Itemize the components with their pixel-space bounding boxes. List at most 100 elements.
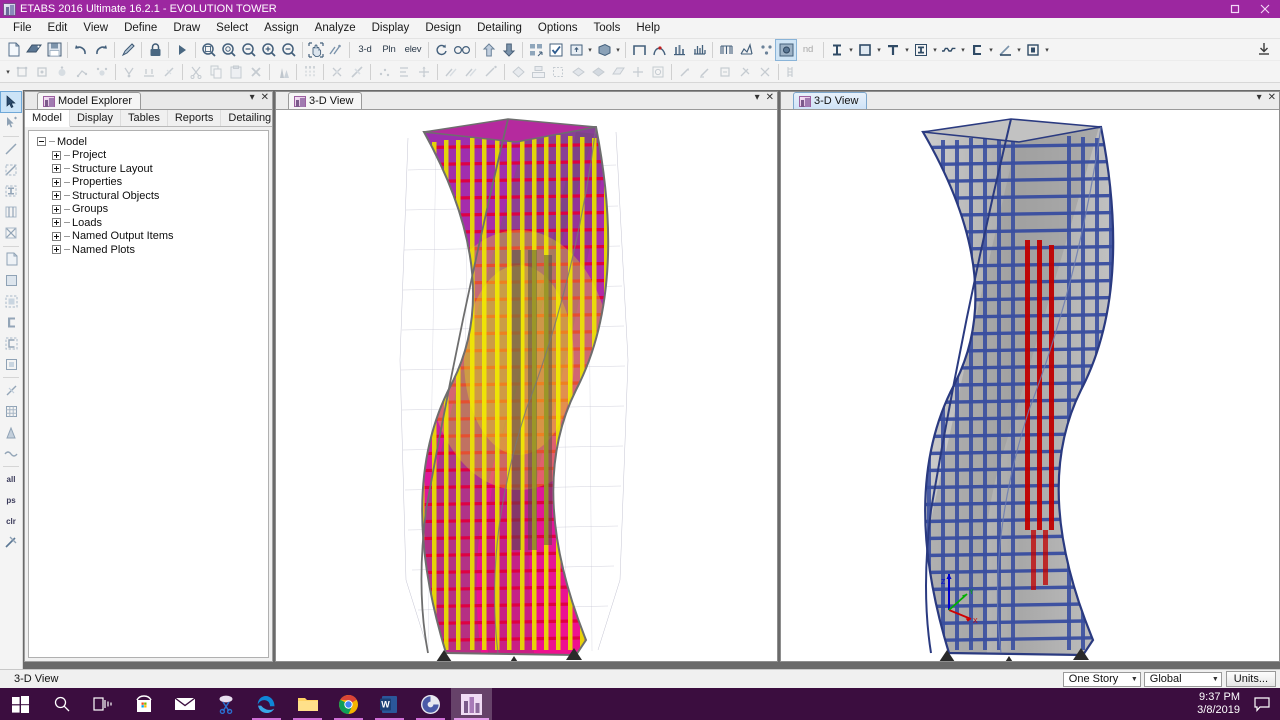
object-assigns-button[interactable] [546, 40, 566, 60]
view-right-canvas[interactable]: Z X Y [781, 110, 1279, 661]
tab-reports[interactable]: Reports [168, 110, 222, 126]
menu-draw[interactable]: Draw [165, 20, 208, 36]
model-tree[interactable]: Model Project Structure Layout Propertie… [28, 130, 269, 658]
show-design-results-button[interactable] [736, 40, 756, 60]
menu-define[interactable]: Define [116, 20, 165, 36]
area-section-caret[interactable]: ▾ [875, 40, 883, 60]
tree-expander-plus[interactable] [52, 150, 61, 160]
zoom-in-one-step-button[interactable] [259, 40, 279, 60]
taskbar-clock[interactable]: 9:37 PM 3/8/2019 [1189, 691, 1248, 717]
zoom-window-button[interactable] [199, 40, 219, 60]
etabs-taskbar-button[interactable] [451, 688, 492, 720]
tree-node-named-output-items[interactable]: Named Output Items [31, 230, 266, 244]
microsoft-store-button[interactable] [123, 688, 164, 720]
view-left-canvas[interactable] [276, 110, 777, 661]
mesh-area-button[interactable] [327, 62, 347, 82]
trim-lines-button[interactable] [461, 62, 481, 82]
chrome-button[interactable] [328, 688, 369, 720]
show-table-button[interactable] [716, 40, 736, 60]
select-object-tool[interactable] [1, 113, 21, 133]
zoom-in-button[interactable] [219, 40, 239, 60]
move-points-button[interactable] [414, 62, 434, 82]
view-right-menu-button[interactable]: ▾ [1257, 93, 1262, 103]
angle-section-dropdown[interactable] [995, 40, 1015, 60]
nd-label-button[interactable]: nd [796, 40, 820, 60]
tree-node-structural-objects[interactable]: Structural Objects [31, 189, 266, 203]
box-section-caret[interactable]: ▾ [1043, 40, 1051, 60]
quick-draw-column-tool[interactable] [1, 202, 21, 222]
draw-line-tool[interactable] [1, 139, 21, 159]
channel-section-caret[interactable]: ▾ [987, 40, 995, 60]
frame-section-caret[interactable]: ▾ [847, 40, 855, 60]
snap-to-intersection-button[interactable] [92, 62, 112, 82]
menu-display[interactable]: Display [364, 20, 418, 36]
menu-detailing[interactable]: Detailing [469, 20, 530, 36]
wide-flange-dropdown[interactable] [911, 40, 931, 60]
download-icon[interactable] [1256, 41, 1272, 57]
draw-wall-tool[interactable] [1, 312, 21, 332]
snap-to-perpendicular-button[interactable] [119, 62, 139, 82]
render-view-button[interactable] [594, 40, 614, 60]
perspective-toggle-button[interactable] [452, 40, 472, 60]
menu-analyze[interactable]: Analyze [307, 20, 364, 36]
tree-expander-plus[interactable] [52, 164, 61, 174]
bittorrent-button[interactable] [410, 688, 451, 720]
pan-button[interactable] [306, 40, 326, 60]
menu-design[interactable]: Design [417, 20, 469, 36]
clear-selection-button[interactable]: clr [1, 511, 21, 531]
tree-node-properties[interactable]: Properties [31, 176, 266, 190]
snap-to-grid-button[interactable] [32, 62, 52, 82]
tee-section-dropdown[interactable] [883, 40, 903, 60]
draw-grid-tool[interactable] [1, 401, 21, 421]
select-all-button[interactable]: all [1, 469, 21, 489]
offset-areas-button[interactable] [568, 62, 588, 82]
model-explorer-menu-button[interactable]: ▾ [250, 93, 255, 103]
wide-flange-caret[interactable]: ▾ [931, 40, 939, 60]
3d-view-button[interactable]: 3-d [353, 40, 377, 60]
task-view-button[interactable] [82, 688, 123, 720]
tree-node-structure-layout[interactable]: Structure Layout [31, 162, 266, 176]
move-up-story-button[interactable] [479, 40, 499, 60]
delete-button[interactable] [246, 62, 266, 82]
mail-button[interactable] [164, 688, 205, 720]
draw-reference-line-tool[interactable] [1, 380, 21, 400]
snipping-tool-button[interactable] [205, 688, 246, 720]
tab-tables[interactable]: Tables [121, 110, 168, 126]
view-left-tab[interactable]: 3-D View [288, 92, 363, 109]
tree-expander-plus[interactable] [52, 231, 61, 241]
menu-options[interactable]: Options [530, 20, 586, 36]
tree-expander-plus[interactable] [52, 177, 61, 187]
plan-view-button[interactable]: Pln [377, 40, 401, 60]
rotate-3d-view-button[interactable] [432, 40, 452, 60]
menu-view[interactable]: View [75, 20, 116, 36]
elevation-view-button[interactable]: elev [401, 40, 425, 60]
file-explorer-button[interactable] [287, 688, 328, 720]
area-section-dropdown[interactable] [855, 40, 875, 60]
extrude-view-button[interactable] [566, 40, 586, 60]
snap-to-fine-grid-button[interactable] [159, 62, 179, 82]
zoom-out-one-step-button[interactable] [279, 40, 299, 60]
snap-to-midpoint-button[interactable] [52, 62, 72, 82]
render-view-dropdown-caret[interactable]: ▾ [614, 40, 622, 60]
lock-model-button[interactable] [145, 40, 165, 60]
quick-draw-brace-tool[interactable] [1, 160, 21, 180]
draw-section-cut-tool[interactable] [1, 532, 21, 552]
expand-areas-button[interactable] [528, 62, 548, 82]
tree-expander-plus[interactable] [52, 191, 61, 201]
tree-expander-minus[interactable] [37, 137, 46, 147]
search-button[interactable] [41, 688, 82, 720]
area-mesh-button[interactable] [608, 62, 628, 82]
frame-loads-button[interactable] [695, 62, 715, 82]
show-grid-button[interactable] [300, 62, 320, 82]
story-select-dropdown[interactable]: One Story ▼ [1062, 671, 1141, 687]
view-left-menu-button[interactable]: ▾ [755, 93, 760, 103]
draw-rect-area-tool[interactable] [1, 270, 21, 290]
redo-button[interactable] [91, 40, 111, 60]
chamfer-areas-button[interactable] [548, 62, 568, 82]
merge-areas-button[interactable] [508, 62, 528, 82]
notifications-icon[interactable] [1248, 688, 1276, 720]
box-section-dropdown[interactable] [1023, 40, 1043, 60]
undo-button[interactable] [71, 40, 91, 60]
snap-to-nearest-button[interactable] [139, 62, 159, 82]
assign-restraints-button[interactable] [735, 62, 755, 82]
